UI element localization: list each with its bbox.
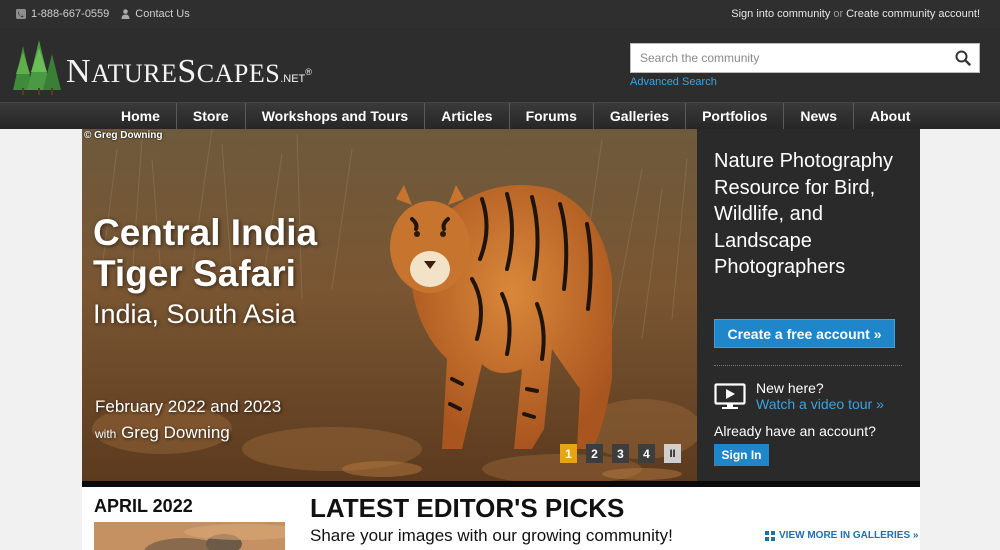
editors-picks-subtitle: Share your images with our growing commu… [310, 526, 673, 545]
logo-letter-n: N [66, 53, 92, 90]
pager-slide-2[interactable]: 2 [586, 444, 603, 463]
logo-registered: ® [305, 67, 313, 77]
panel-divider [714, 365, 902, 366]
pager-slide-3[interactable]: 3 [612, 444, 629, 463]
featured-thumbnail[interactable] [94, 522, 285, 550]
nav-item-portfolios[interactable]: Portfolios [686, 103, 785, 129]
sign-in-button[interactable]: Sign In [714, 444, 769, 466]
nav-item-galleries[interactable]: Galleries [594, 103, 687, 129]
pager-slide-1[interactable]: 1 [560, 444, 577, 463]
featured-image [94, 522, 285, 550]
phone-link[interactable]: 1-888-667-0559 [16, 8, 109, 20]
nav-item-home[interactable]: Home [105, 103, 177, 129]
editors-picks-heading: LATEST EDITOR'S PICKS [310, 493, 625, 523]
pager-slide-4[interactable]: 4 [638, 444, 655, 463]
main-nav: Home Store Workshops and Tours Articles … [0, 102, 1000, 129]
utility-bar: 1-888-667-0559 Contact Us Sign into comm… [0, 0, 1000, 28]
logo-part-ature: ATURE [91, 59, 178, 88]
contact-label: Contact Us [135, 8, 190, 20]
hero-subtitle: India, South Asia [93, 299, 296, 329]
panel-title: Nature Photography Resource for Bird, Wi… [714, 150, 894, 279]
nav-item-store[interactable]: Store [177, 103, 246, 129]
or-text: or [833, 8, 844, 20]
video-play-icon[interactable] [714, 383, 746, 410]
logo-letter-s: S [177, 53, 197, 90]
main-content: © Greg Downing Central India Tiger Safar… [82, 129, 920, 550]
new-here-text: New here? [756, 380, 824, 396]
hero-title-line1: Central India [93, 212, 318, 253]
view-more-galleries-link[interactable]: VIEW MORE IN GALLERIES » [765, 530, 918, 541]
logo-wordmark: NATURESCAPES.NET® [66, 55, 312, 96]
search-icon[interactable] [955, 50, 971, 66]
person-icon [121, 9, 130, 19]
phone-number: 1-888-667-0559 [31, 8, 110, 20]
already-account-text: Already have an account? [714, 423, 876, 439]
create-account-link[interactable]: Create community account! [846, 8, 980, 20]
nav-item-articles[interactable]: Articles [425, 103, 510, 129]
site-header: NATURESCAPES.NET® Advanced Search [0, 28, 1000, 102]
search-box [630, 43, 980, 73]
site-logo[interactable]: NATURESCAPES.NET® [10, 40, 312, 96]
nav-item-forums[interactable]: Forums [510, 103, 594, 129]
phone-icon [16, 9, 26, 19]
nav-item-news[interactable]: News [784, 103, 854, 129]
hero-dates: February 2022 and 2023 [95, 397, 282, 416]
create-free-account-button[interactable]: Create a free account » [714, 319, 895, 348]
pause-button[interactable]: II [664, 444, 681, 463]
pine-trees-logo-icon [13, 40, 61, 95]
logo-part-capes: CAPES [196, 59, 281, 88]
photo-credit: © Greg Downing [84, 130, 163, 141]
view-more-label: VIEW MORE IN GALLERIES » [779, 530, 919, 541]
hero-leader: with Greg Downing [95, 423, 230, 443]
hero-slideshow[interactable]: © Greg Downing Central India Tiger Safar… [82, 129, 697, 481]
grid-icon [765, 530, 775, 541]
contact-link[interactable]: Contact Us [121, 8, 190, 20]
hero-bottom-band [82, 481, 920, 487]
hero-with-word: with [95, 427, 117, 441]
video-tour-link[interactable]: Watch a video tour » [756, 396, 884, 412]
month-heading: APRIL 2022 [94, 496, 193, 516]
logo-net: .NET [280, 73, 306, 85]
hero-leader-name: Greg Downing [121, 423, 230, 442]
advanced-search-link[interactable]: Advanced Search [630, 76, 717, 88]
nav-item-workshops[interactable]: Workshops and Tours [246, 103, 426, 129]
welcome-panel: Nature Photography Resource for Bird, Wi… [697, 129, 920, 481]
slideshow-pager: 1 2 3 4 II [560, 444, 690, 463]
nav-item-about[interactable]: About [854, 103, 926, 129]
search-input[interactable] [631, 44, 931, 72]
hero-title: Central India Tiger Safari [93, 212, 317, 294]
hero-title-line2: Tiger Safari [93, 253, 296, 294]
signin-community-link[interactable]: Sign into community [731, 8, 830, 20]
